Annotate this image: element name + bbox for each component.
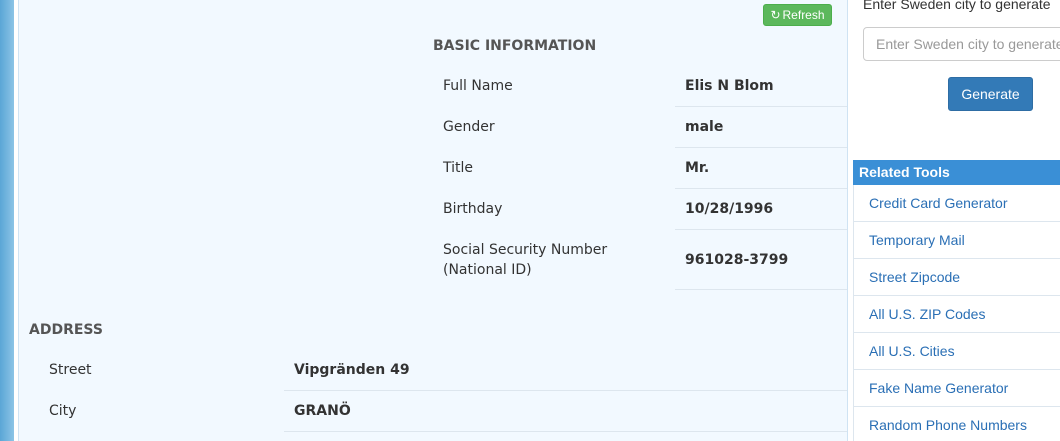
related-tool-link[interactable]: Random Phone Numbers (854, 407, 1060, 441)
title-value: Mr. (685, 160, 710, 176)
related-tools-list: Credit Card Generator Temporary Mail Str… (853, 185, 1060, 441)
related-tool-link[interactable]: Credit Card Generator (854, 185, 1060, 222)
main-content-panel (18, 0, 848, 441)
full-name-value: Elis N Blom (685, 78, 774, 94)
related-tool-link[interactable]: Temporary Mail (854, 222, 1060, 259)
row-divider (675, 289, 847, 290)
refresh-button-label: Refresh (782, 8, 825, 22)
row-divider (675, 229, 847, 230)
city-search-input[interactable] (863, 27, 1060, 61)
ssn-label: Social Security Number (443, 242, 608, 258)
full-name-label: Full Name (443, 78, 513, 94)
street-value: Vipgränden 49 (294, 362, 410, 378)
related-tool-link[interactable]: All U.S. Cities (854, 333, 1060, 370)
basic-information-heading: BASIC INFORMATION (433, 38, 597, 54)
right-sidebar: Enter Sweden city to generate Generate R… (848, 0, 1060, 441)
row-divider (675, 106, 847, 107)
refresh-icon: ↻ (770, 8, 781, 22)
left-edge-strip (0, 0, 14, 441)
ssn-label-national-id: (National ID) (443, 262, 532, 278)
related-tools-heading: Related Tools (853, 160, 1060, 185)
city-value: GRANÖ (294, 403, 351, 419)
ssn-value: 961028-3799 (685, 252, 789, 268)
city-label: City (49, 403, 77, 419)
related-tool-link[interactable]: Fake Name Generator (854, 370, 1060, 407)
row-divider (284, 390, 847, 391)
gender-value: male (685, 119, 724, 135)
city-generator-label: Enter Sweden city to generate (863, 0, 1051, 12)
address-heading: ADDRESS (29, 322, 103, 338)
related-tool-link[interactable]: Street Zipcode (854, 259, 1060, 296)
row-divider (675, 188, 847, 189)
birthday-value: 10/28/1996 (685, 201, 774, 217)
street-label: Street (49, 362, 92, 378)
row-divider (284, 431, 847, 432)
title-label: Title (443, 160, 474, 176)
generate-button[interactable]: Generate (948, 77, 1033, 111)
refresh-button[interactable]: ↻ Refresh (763, 4, 832, 26)
related-tool-link[interactable]: All U.S. ZIP Codes (854, 296, 1060, 333)
birthday-label: Birthday (443, 201, 503, 217)
row-divider (675, 147, 847, 148)
gender-label: Gender (443, 119, 495, 135)
